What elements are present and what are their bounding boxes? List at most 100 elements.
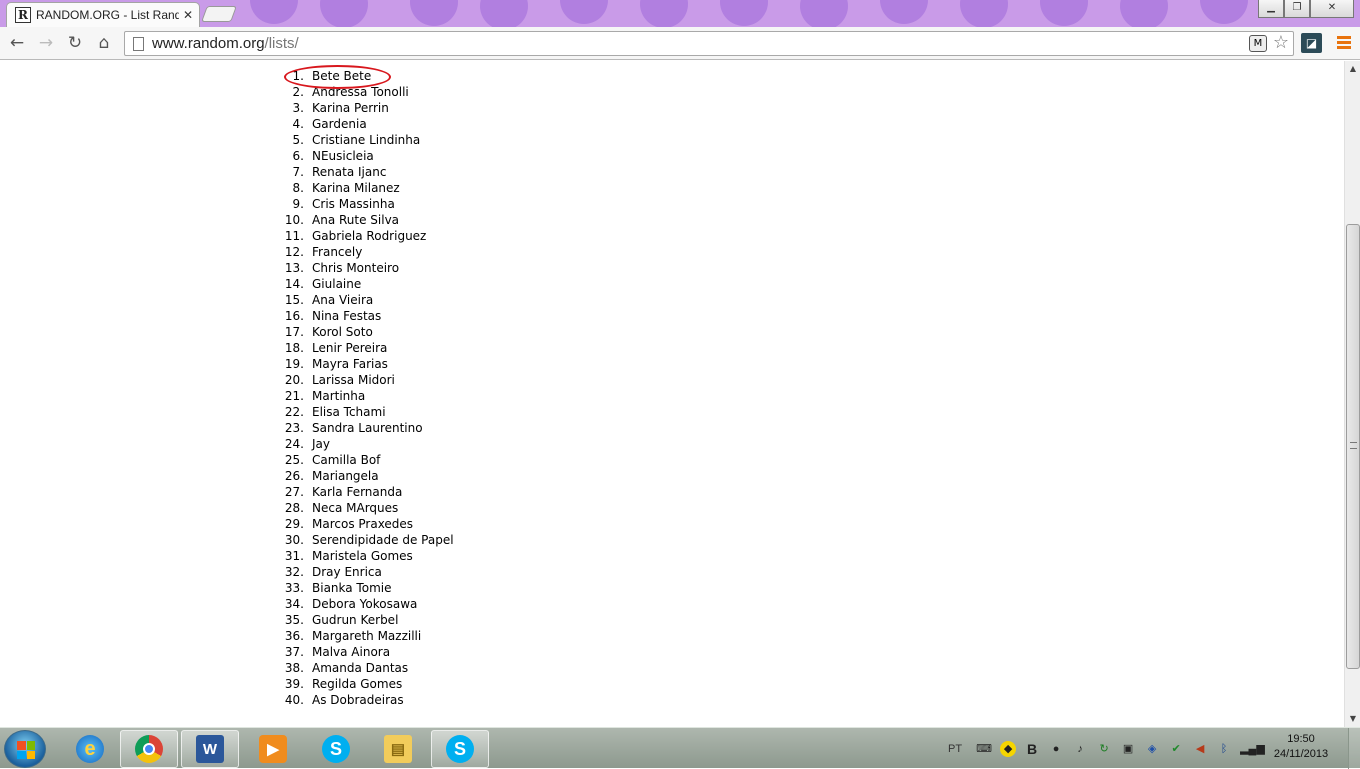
list-item-name: Marcos Praxedes <box>312 517 414 531</box>
bluetooth-icon[interactable]: ᛒ <box>1216 741 1232 757</box>
list-item-name: Karina Perrin <box>312 101 389 115</box>
list-item-number: 21. <box>284 389 304 403</box>
new-tab-button[interactable] <box>201 6 237 22</box>
bookmark-star-icon[interactable]: ☆ <box>1273 32 1289 53</box>
list-item: 13. Chris Monteiro <box>280 260 454 276</box>
browser-toolbar: ← → ↻ ⌂ www.random.org/lists/ M ☆ ◪ <box>0 27 1360 60</box>
taskbar-media-player[interactable]: ▶ <box>244 730 302 768</box>
extension-icon[interactable]: ◪ <box>1301 33 1322 53</box>
list-item: 3. Karina Perrin <box>280 100 454 116</box>
list-item: 17. Korol Soto <box>280 324 454 340</box>
notification-app-icon[interactable]: ◆ <box>1000 740 1017 757</box>
list-item-number: 28. <box>284 501 304 515</box>
theme-decoration <box>880 0 928 24</box>
start-button[interactable] <box>4 730 46 768</box>
address-bar[interactable]: www.random.org/lists/ M ☆ <box>124 31 1294 56</box>
list-item-number: 16. <box>284 309 304 323</box>
windows-taskbar: e W ▶ S ▤ S PT ⌨ ◆ B ● ♪ ↻ ▣ ◈ ✔ ◀ ᛒ ▂▄▆… <box>0 727 1360 769</box>
clock-date: 24/11/2013 <box>1273 748 1329 760</box>
chrome-menu-icon[interactable] <box>1337 36 1351 50</box>
home-icon[interactable]: ⌂ <box>94 33 114 53</box>
device-icon[interactable]: ▣ <box>1120 741 1136 757</box>
list-item-number: 19. <box>284 357 304 371</box>
list-item: 35. Gudrun Kerbel <box>280 612 454 628</box>
internet-explorer-icon: e <box>76 735 104 763</box>
speaker-small-icon[interactable]: ♪ <box>1072 741 1088 757</box>
taskbar-file-explorer[interactable]: ▤ <box>369 730 427 768</box>
scroll-up-arrow-icon[interactable]: ▲ <box>1345 61 1360 77</box>
theme-decoration <box>640 0 688 27</box>
url-path: /lists/ <box>264 35 299 52</box>
list-item-name: As Dobradeiras <box>312 693 404 707</box>
sync-icon[interactable]: ↻ <box>1096 741 1112 757</box>
speech-bubble-icon[interactable]: ● <box>1048 741 1064 757</box>
show-desktop-button[interactable] <box>1348 728 1360 769</box>
list-item-name: Elisa Tchami <box>312 405 386 419</box>
taskbar-skype[interactable]: S <box>307 730 365 768</box>
tab-close-icon[interactable]: ✕ <box>183 8 193 22</box>
signal-bars-icon[interactable]: ▂▄▆ <box>1240 741 1265 757</box>
forward-icon[interactable]: → <box>36 33 56 53</box>
list-item-name: Giulaine <box>312 277 362 291</box>
close-window-button[interactable]: ✕ <box>1310 0 1354 18</box>
list-item: 23. Sandra Laurentino <box>280 420 454 436</box>
list-item: 16. Nina Festas <box>280 308 454 324</box>
list-item-number: 36. <box>284 629 304 643</box>
page-action-extension-icon[interactable]: M <box>1249 35 1267 52</box>
theme-decoration <box>960 0 1008 27</box>
list-item-name: Cristiane Lindinha <box>312 133 421 147</box>
list-item: 18. Lenir Pereira <box>280 340 454 356</box>
list-item-number: 22. <box>284 405 304 419</box>
list-item-name: Sandra Laurentino <box>312 421 423 435</box>
vertical-scrollbar[interactable]: ▲ ▼ <box>1344 61 1360 727</box>
list-item: 40. As Dobradeiras <box>280 692 454 708</box>
page-icon <box>133 36 144 51</box>
language-indicator[interactable]: PT <box>948 743 962 755</box>
taskbar-skype-active[interactable]: S <box>431 730 489 768</box>
list-item-name: Malva Ainora <box>312 645 391 659</box>
scroll-down-arrow-icon[interactable]: ▼ <box>1345 711 1360 727</box>
taskbar-clock[interactable]: 19:50 24/11/2013 <box>1262 732 1340 762</box>
browser-tab[interactable]: R RANDOM.ORG - List Rand ✕ <box>6 2 200 27</box>
minimize-button[interactable]: ▁ <box>1258 0 1284 18</box>
media-player-icon: ▶ <box>259 735 287 763</box>
list-item-number: 7. <box>292 165 304 179</box>
list-item-name: Amanda Dantas <box>312 661 409 675</box>
taskbar-internet-explorer[interactable]: e <box>61 730 119 768</box>
list-item-number: 4. <box>292 117 304 131</box>
theme-decoration <box>320 0 368 27</box>
network-shield-icon[interactable]: ◈ <box>1144 741 1160 757</box>
list-item-name: Lenir Pereira <box>312 341 388 355</box>
list-item-number: 5. <box>292 133 304 147</box>
back-icon[interactable]: ← <box>7 33 27 53</box>
reload-icon[interactable]: ↻ <box>65 33 85 53</box>
scroll-thumb[interactable] <box>1346 224 1360 669</box>
list-item-number: 34. <box>284 597 304 611</box>
taskbar-word[interactable]: W <box>181 730 239 768</box>
list-item-name: Korol Soto <box>312 325 373 339</box>
list-item-name: Neca MArques <box>312 501 399 515</box>
list-item-number: 31. <box>284 549 304 563</box>
list-item: 8. Karina Milanez <box>280 180 454 196</box>
list-item-number: 27. <box>284 485 304 499</box>
list-item-number: 17. <box>284 325 304 339</box>
list-item: 26. Mariangela <box>280 468 454 484</box>
list-item: 33. Bianka Tomie <box>280 580 454 596</box>
list-item-name: Renata Ijanc <box>312 165 387 179</box>
list-item-number: 8. <box>292 181 304 195</box>
list-item-number: 6. <box>292 149 304 163</box>
theme-decoration <box>1120 0 1168 27</box>
list-item-number: 32. <box>284 565 304 579</box>
taskbar-chrome[interactable] <box>120 730 178 768</box>
bold-b-app-icon[interactable]: B <box>1024 741 1040 757</box>
keyboard-icon[interactable]: ⌨ <box>976 741 992 757</box>
list-item-number: 35. <box>284 613 304 627</box>
list-item: 27. Karla Fernanda <box>280 484 454 500</box>
chrome-icon <box>135 735 163 763</box>
maximize-button[interactable]: ❐ <box>1284 0 1310 18</box>
list-item: 5. Cristiane Lindinha <box>280 132 454 148</box>
security-check-icon[interactable]: ✔ <box>1168 741 1184 757</box>
browser-titlebar: R RANDOM.ORG - List Rand ✕ ▁ ❐ ✕ <box>0 0 1360 27</box>
volume-icon[interactable]: ◀ <box>1192 741 1208 757</box>
list-item-name: Debora Yokosawa <box>312 597 418 611</box>
